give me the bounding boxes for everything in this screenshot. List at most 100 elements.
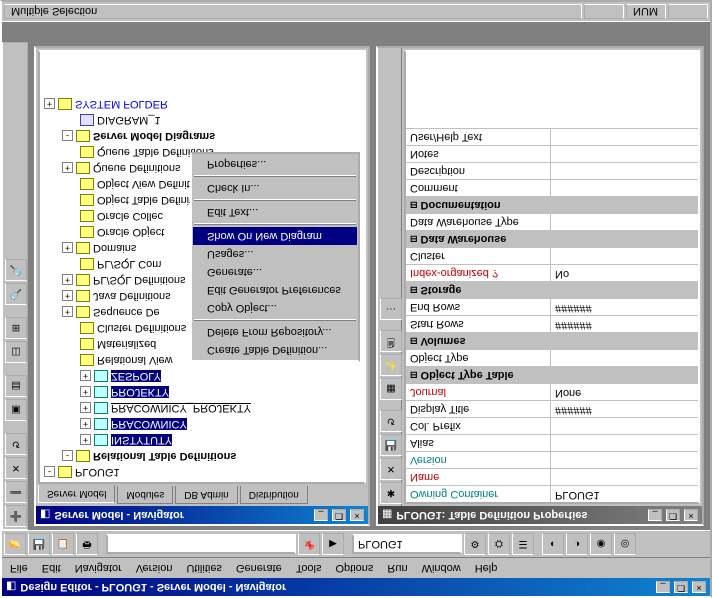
schema-combo[interactable]: PLOUG1 [352,534,462,554]
nav-close-button[interactable]: × [350,509,364,521]
tree-java[interactable]: Java Definitions [93,290,171,302]
property-value[interactable] [551,469,698,485]
side-icon-6[interactable]: ▤ [5,375,27,397]
tool-icon-4[interactable]: ◐ [542,533,564,555]
expander-icon[interactable]: + [44,99,55,110]
property-row[interactable]: User/Help Text [406,128,698,145]
property-row[interactable]: Object Type [406,349,698,366]
ctx-properties[interactable]: Properties... [193,155,357,173]
ctx-check-in[interactable]: Check In... [193,179,357,197]
expander-icon[interactable]: - [44,467,55,478]
prop-tool-save-icon[interactable]: 💾 [380,434,402,456]
property-row[interactable]: ⊟Documentation [406,196,698,213]
tab-distribution[interactable]: Distribution [240,486,308,504]
tree-table-zespoly[interactable]: ZESPOLY [111,370,161,382]
property-value[interactable] [551,231,698,247]
tree-table-pracownicy-projekty[interactable]: PRACOWNICY_PROJEKTY [111,402,251,414]
nav-maximize-button[interactable]: ❐ [332,509,346,521]
ctx-generate[interactable]: Generate... [193,263,357,281]
tree-cluster-def[interactable]: Cluster Definitions [97,322,186,334]
tool-icon-7[interactable]: ◎ [614,533,636,555]
property-value[interactable]: None [551,384,698,400]
side-icon-5[interactable]: ▣ [5,399,27,421]
tree-plsql-com[interactable]: PL/SQL Com [97,258,161,270]
prop-close-button[interactable]: × [684,509,698,521]
expander-icon[interactable]: + [62,307,73,318]
property-row[interactable]: Display Title###### [406,400,698,417]
property-value[interactable]: ###### [551,299,698,315]
prop-tool-create-icon[interactable]: ✱ [380,482,402,504]
tree-queue-def[interactable]: Queue Definitions [93,162,180,174]
property-row[interactable]: Cluster [406,247,698,264]
side-icon-4[interactable]: ↺ [5,433,27,455]
tree-server-diagrams[interactable]: Server Model Diagrams [93,130,215,142]
property-value[interactable] [551,248,698,264]
nav-minimize-button[interactable]: _ [314,509,328,521]
property-row[interactable]: JournalNone [406,383,698,400]
ctx-copy-object[interactable]: Copy Object... [193,299,357,317]
property-value[interactable]: ###### [551,401,698,417]
menu-navigator[interactable]: Navigator [69,560,128,576]
prop-tool-wand-icon[interactable]: ✨ [380,354,402,376]
property-row[interactable]: Data Warehouse Type [406,213,698,230]
prop-minimize-button[interactable]: _ [648,509,662,521]
tree-oracle-obj[interactable]: Oracle Object [97,226,164,238]
menu-window[interactable]: Window [416,560,467,576]
property-row[interactable]: Col. Prefix [406,417,698,434]
property-value[interactable] [551,282,698,298]
menu-edit[interactable]: Edit [36,560,67,576]
tree-sequence[interactable]: Sequence De [93,306,160,318]
property-row[interactable]: ⊟Volumes [406,332,698,349]
property-value[interactable] [551,350,698,366]
group-expander-icon[interactable]: ⊟ [410,234,418,245]
tool-icon-6[interactable]: ◉ [590,533,612,555]
ctx-show-on-new-diagram[interactable]: Show On New Diagram [193,227,357,245]
expander-icon[interactable]: + [62,243,73,254]
expander-icon[interactable]: - [62,131,73,142]
property-row[interactable]: ⊟Storage [406,281,698,298]
prop-tool-misc-icon[interactable]: ⋯ [380,298,402,320]
prop-tool-text-icon[interactable]: 🗎 [380,330,402,352]
tree-table-projekty[interactable]: PROJEKTY [111,386,169,398]
property-row[interactable]: Notes [406,145,698,162]
tab-modules[interactable]: Modules [117,486,173,504]
maximize-button[interactable]: ❐ [674,581,688,593]
expander-icon[interactable]: + [80,435,91,446]
expander-icon[interactable]: + [80,403,91,414]
menu-run[interactable]: Run [381,560,413,576]
side-icon-2[interactable]: ➖ [5,481,27,503]
menu-file[interactable]: File [4,560,34,576]
property-value[interactable] [551,452,698,468]
side-icon-8[interactable]: ⊞ [5,317,27,339]
side-icon-10[interactable]: 🔎 [5,259,27,281]
side-icon-1[interactable]: ➕ [5,505,27,527]
property-value[interactable] [551,163,698,179]
prop-maximize-button[interactable]: ❐ [666,509,680,521]
ctx-usages[interactable]: Usages... [193,245,357,263]
tree-rel-tables[interactable]: Relational Table Definitions [93,450,236,462]
prop-tool-grid-icon[interactable]: ▦ [380,378,402,400]
property-value[interactable] [551,180,698,196]
property-value[interactable] [551,367,698,383]
expander-icon[interactable]: - [62,451,73,462]
tool-icon-1[interactable]: ⚙ [464,533,486,555]
tree-rel-view[interactable]: Relational View [97,354,173,366]
tool-icon-5[interactable]: ◑ [566,533,588,555]
expander-icon[interactable]: + [80,387,91,398]
tree-root[interactable]: PLOUG1 [75,466,120,478]
pin-icon[interactable]: 📌 [298,533,320,555]
tree-diagram-1[interactable]: DIAGRAM_1 [97,114,161,126]
tree-materialized[interactable]: Materialized [97,338,156,350]
side-icon-9[interactable]: 🔍 [5,283,27,305]
property-row[interactable]: Name [406,468,698,485]
expander-icon[interactable]: + [80,371,91,382]
tree-system-folder[interactable]: SYSTEM FOLDER [75,98,168,110]
properties-grid[interactable]: Owning ContainerPLOUG1NameVersionAliasCo… [404,50,700,504]
property-row[interactable]: End Rows###### [406,298,698,315]
filter-combo[interactable] [106,534,296,554]
print-icon[interactable]: 🖶 [76,533,98,555]
property-row[interactable]: Description [406,162,698,179]
menu-help[interactable]: Help [469,560,504,576]
expander-icon[interactable]: + [80,419,91,430]
property-value[interactable] [551,333,698,349]
